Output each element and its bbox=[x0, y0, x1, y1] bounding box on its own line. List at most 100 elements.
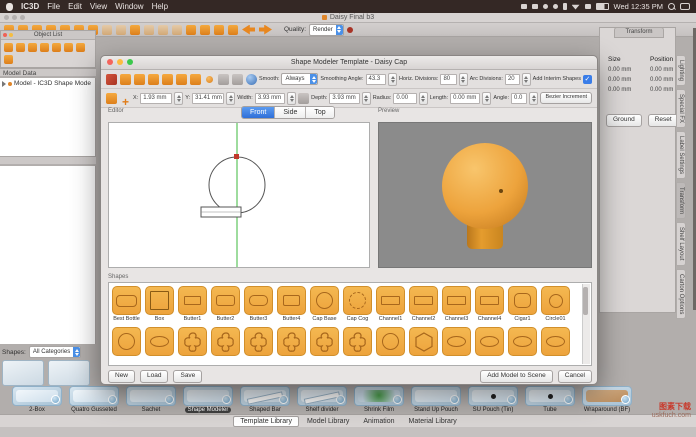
template-item[interactable]: 2-Box bbox=[10, 386, 64, 414]
x-field[interactable]: 1.93 mm bbox=[140, 93, 172, 104]
side-tab[interactable]: Special FX bbox=[676, 89, 686, 128]
new-button[interactable]: New bbox=[108, 370, 135, 383]
close-icon[interactable] bbox=[107, 59, 113, 65]
horiz-divisions-field[interactable]: 80 bbox=[440, 74, 456, 85]
menu-item[interactable]: Window bbox=[115, 2, 143, 11]
shape-thumbnail[interactable] bbox=[112, 286, 141, 315]
menu-item[interactable]: Help bbox=[152, 2, 168, 11]
rotate-icon[interactable] bbox=[116, 25, 126, 35]
undo-icon[interactable] bbox=[242, 25, 255, 35]
object-tool-icon[interactable] bbox=[40, 43, 49, 52]
stepper[interactable] bbox=[459, 73, 468, 86]
shape-thumbnail[interactable] bbox=[145, 286, 174, 315]
redo-icon[interactable] bbox=[259, 25, 272, 35]
menubar-clock[interactable]: Wed 12:35 PM bbox=[614, 2, 663, 11]
object-tool-icon[interactable] bbox=[16, 43, 25, 52]
shape-thumbnail[interactable] bbox=[343, 327, 372, 356]
shape-thumbnail[interactable] bbox=[376, 327, 405, 356]
object-tool-icon[interactable] bbox=[4, 43, 13, 52]
mirror-tool-icon[interactable] bbox=[176, 74, 187, 85]
view-tab[interactable]: Front bbox=[242, 107, 275, 118]
record-icon[interactable] bbox=[347, 27, 353, 33]
shape-thumbnail[interactable] bbox=[211, 327, 240, 356]
pen-tool-icon[interactable] bbox=[218, 74, 229, 85]
shape-thumbnail[interactable] bbox=[409, 327, 438, 356]
boolean-icon[interactable] bbox=[130, 25, 140, 35]
quality-select[interactable]: Render bbox=[309, 24, 344, 36]
text-icon[interactable] bbox=[186, 25, 196, 35]
wifi-icon[interactable] bbox=[572, 4, 580, 10]
template-item[interactable]: Shape Modeler bbox=[181, 386, 235, 414]
editor-canvas[interactable] bbox=[108, 122, 370, 268]
left-library-thumbnail[interactable] bbox=[2, 360, 44, 386]
stepper[interactable] bbox=[522, 73, 531, 86]
template-item[interactable]: SU Pouch (Tin) bbox=[466, 386, 520, 414]
categories-select[interactable]: All Categories bbox=[29, 346, 81, 358]
control-center-icon[interactable] bbox=[680, 3, 690, 10]
stepper[interactable] bbox=[482, 92, 491, 105]
preview-canvas[interactable] bbox=[378, 122, 592, 268]
object-tool-icon[interactable] bbox=[52, 43, 61, 52]
object-list-window-controls[interactable] bbox=[3, 33, 13, 37]
shape-thumbnail[interactable] bbox=[145, 327, 174, 356]
side-tab[interactable]: Carton Options bbox=[676, 269, 686, 319]
size-value[interactable]: 0.00 mm bbox=[608, 87, 636, 93]
position-value[interactable]: 0.00 mm bbox=[650, 87, 678, 93]
object-tool-icon[interactable] bbox=[28, 43, 37, 52]
magnet-icon[interactable] bbox=[162, 74, 173, 85]
save-button[interactable]: Save bbox=[173, 370, 202, 383]
stepper[interactable] bbox=[388, 73, 397, 86]
side-tab[interactable]: Transform bbox=[676, 182, 686, 219]
shapes-scrollbar[interactable] bbox=[582, 284, 590, 364]
time-machine-icon[interactable] bbox=[553, 4, 558, 9]
dropbox-icon[interactable] bbox=[543, 4, 548, 9]
apple-menu-icon[interactable] bbox=[6, 3, 13, 11]
stepper[interactable] bbox=[226, 92, 235, 105]
stepper[interactable] bbox=[287, 92, 296, 105]
shape-thumbnail[interactable] bbox=[475, 327, 504, 356]
shape-thumbnail[interactable] bbox=[211, 286, 240, 315]
side-tab[interactable]: Label Settings bbox=[676, 131, 686, 179]
stepper[interactable] bbox=[419, 92, 428, 105]
y-field[interactable]: 31.41 mm bbox=[192, 93, 224, 104]
disclosure-triangle-icon[interactable] bbox=[2, 81, 6, 87]
side-tab[interactable]: Lighting bbox=[676, 55, 686, 86]
mirror-icon[interactable] bbox=[144, 25, 154, 35]
size-value[interactable]: 0.00 mm bbox=[608, 67, 636, 73]
shape-thumbnail[interactable] bbox=[310, 327, 339, 356]
align-icon[interactable] bbox=[158, 25, 168, 35]
position-value[interactable]: 0.00 mm bbox=[650, 67, 678, 73]
length-field[interactable]: 0.00 mm bbox=[450, 93, 480, 104]
camera-icon[interactable] bbox=[228, 25, 238, 35]
shape-thumbnail[interactable] bbox=[409, 286, 438, 315]
hand-icon[interactable] bbox=[200, 25, 210, 35]
view-tab[interactable]: Side bbox=[275, 107, 306, 118]
zoom-window-icon[interactable] bbox=[127, 59, 133, 65]
ground-button[interactable]: Ground bbox=[606, 114, 642, 127]
smooth-select[interactable]: Always bbox=[281, 73, 318, 85]
point-tool-icon[interactable] bbox=[206, 76, 213, 83]
pencil-icon[interactable] bbox=[298, 93, 309, 104]
left-library-thumbnail[interactable] bbox=[48, 360, 90, 386]
stepper[interactable] bbox=[529, 92, 538, 105]
library-tab[interactable]: Template Library bbox=[233, 416, 299, 427]
shape-thumbnail[interactable] bbox=[541, 327, 570, 356]
shape-thumbnail[interactable] bbox=[277, 286, 306, 315]
object-tool-icon[interactable] bbox=[64, 43, 73, 52]
view-tab[interactable]: Top bbox=[306, 107, 333, 118]
volume-icon[interactable] bbox=[532, 4, 538, 9]
star-icon[interactable] bbox=[172, 25, 182, 35]
minimize-icon[interactable] bbox=[117, 59, 123, 65]
scale-icon[interactable] bbox=[102, 25, 112, 35]
shape-thumbnail[interactable] bbox=[508, 327, 537, 356]
menu-item[interactable]: View bbox=[90, 2, 107, 11]
add-interim-checkbox[interactable] bbox=[583, 75, 592, 84]
side-tab[interactable]: Shelf Layout bbox=[676, 222, 686, 265]
add-model-to-scene-button[interactable]: Add Model to Scene bbox=[480, 370, 553, 383]
shape-thumbnail[interactable] bbox=[178, 286, 207, 315]
smoothing-angle-field[interactable]: 43.3 bbox=[366, 74, 387, 85]
radius-field[interactable]: 0.00 bbox=[393, 93, 416, 104]
shape-thumbnail[interactable] bbox=[244, 327, 273, 356]
bluetooth-icon[interactable] bbox=[563, 3, 567, 10]
curve-tool-icon[interactable] bbox=[232, 74, 243, 85]
